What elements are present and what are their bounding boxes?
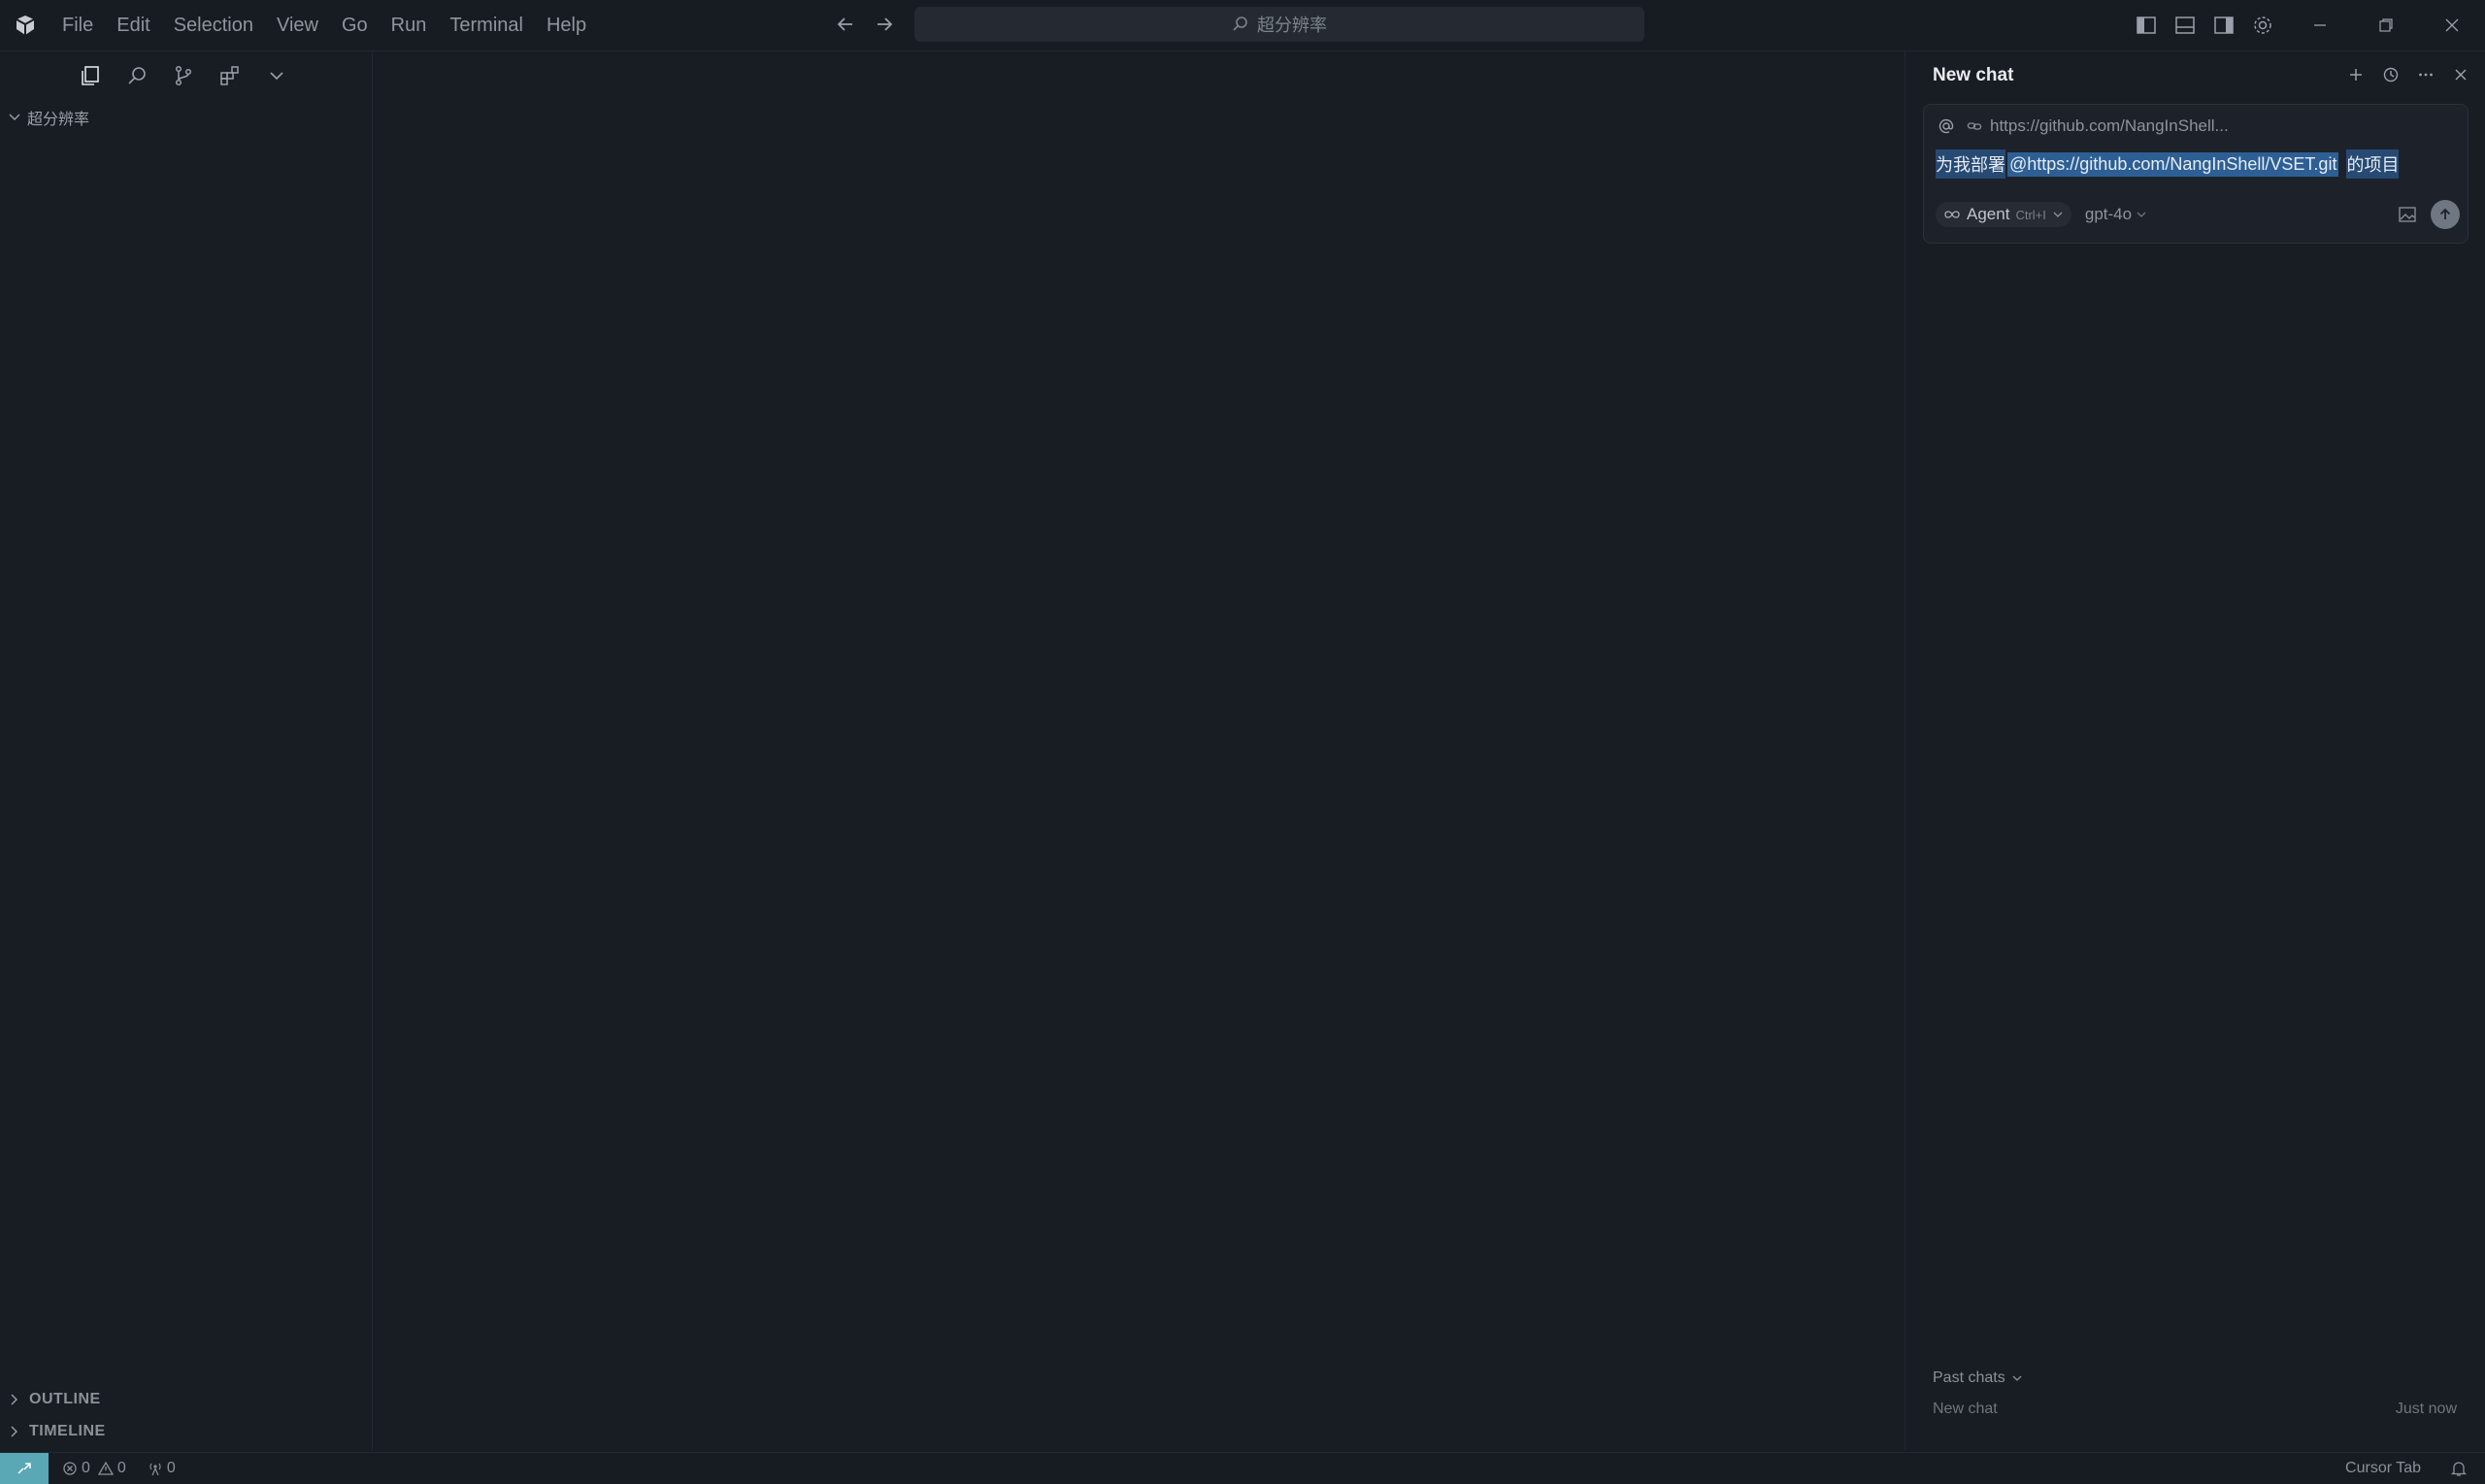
warning-count: 0 (116, 1460, 126, 1476)
prompt-text-after: 的项目 (2346, 149, 2400, 179)
explorer-folder-root[interactable]: 超分辨率 (8, 106, 89, 129)
broadcast-icon (148, 1461, 163, 1476)
chevron-down-icon (8, 111, 21, 124)
past-chat-title: New chat (1933, 1401, 1998, 1417)
remote-indicator[interactable] (0, 1453, 49, 1484)
past-chat-item[interactable]: New chat Just now (1933, 1401, 2457, 1418)
menu-edit[interactable]: Edit (116, 15, 149, 37)
close-chat-icon[interactable] (2449, 63, 2472, 86)
toggle-panel-icon[interactable] (2172, 13, 2198, 38)
menu-help[interactable]: Help (547, 15, 586, 37)
chevron-down-icon[interactable] (262, 61, 291, 90)
bell-icon[interactable] (2450, 1460, 2468, 1477)
command-center-search[interactable]: 超分辨率 (914, 7, 1644, 42)
activity-bar (76, 61, 291, 90)
restore-icon[interactable] (2353, 0, 2419, 50)
chevron-right-icon (8, 1425, 21, 1438)
search-view-icon[interactable] (122, 61, 151, 90)
primary-sidebar: 超分辨率 OUTLINE TIMELINE (0, 51, 373, 1451)
new-chat-plus-icon[interactable] (2344, 63, 2368, 86)
cursor-tab-status[interactable]: Cursor Tab (2345, 1460, 2421, 1477)
history-icon[interactable] (2379, 63, 2402, 86)
agent-mode-label: Agent (1967, 205, 2010, 223)
back-arrow-icon[interactable] (833, 12, 858, 37)
timeline-section-header[interactable]: TIMELINE (8, 1423, 106, 1440)
settings-gear-icon[interactable] (2250, 13, 2275, 38)
menu-bar: File Edit Selection View Go Run Terminal… (62, 0, 610, 50)
status-bar: 0 0 0 Cursor Tab (0, 1452, 2485, 1484)
prompt-text-before: 为我部署 (1936, 149, 2005, 179)
warning-icon (97, 1461, 114, 1476)
menu-terminal[interactable]: Terminal (449, 15, 523, 37)
toggle-primary-sidebar-icon[interactable] (2134, 13, 2159, 38)
arrow-up-icon (2437, 207, 2453, 222)
chevron-down-icon (2011, 1372, 2023, 1384)
menu-go[interactable]: Go (342, 15, 368, 37)
chevron-down-icon (2136, 209, 2147, 220)
source-control-icon[interactable] (169, 61, 198, 90)
close-window-icon[interactable] (2419, 0, 2485, 50)
chat-title: New chat (1933, 65, 2014, 85)
minimize-icon[interactable] (2287, 0, 2353, 50)
outline-section-header[interactable]: OUTLINE (8, 1391, 101, 1408)
past-chats-label: Past chats (1933, 1369, 2005, 1386)
ports-indicator[interactable]: 0 (148, 1460, 176, 1477)
extensions-icon[interactable] (215, 61, 245, 90)
link-icon (1967, 118, 1982, 134)
image-attach-icon[interactable] (2398, 206, 2417, 223)
error-count: 0 (82, 1460, 90, 1476)
search-icon (1232, 16, 1249, 33)
ports-count: 0 (166, 1460, 176, 1476)
editor-area[interactable] (373, 51, 1905, 1451)
context-link-chip[interactable]: https://github.com/NangInShell... (1967, 116, 2229, 136)
agent-mode-shortcut: Ctrl+I (2015, 207, 2046, 222)
menu-view[interactable]: View (277, 15, 318, 37)
more-options-icon[interactable] (2414, 63, 2437, 86)
past-chats-toggle[interactable]: Past chats (1933, 1369, 2023, 1387)
model-label: gpt-4o (2084, 205, 2133, 223)
chevron-down-icon (2052, 209, 2064, 220)
chat-prompt-input[interactable]: 为我部署 @https://github.com/NangInShell/VSE… (1936, 149, 2400, 179)
chevron-right-icon (8, 1393, 21, 1406)
problems-indicator[interactable]: 0 0 (62, 1460, 126, 1477)
prompt-mention: @https://github.com/NangInShell/VSET.git (2007, 151, 2339, 177)
folder-name: 超分辨率 (27, 112, 90, 128)
menu-selection[interactable]: Selection (174, 15, 253, 37)
send-button[interactable] (2431, 200, 2460, 229)
chat-panel: New chat https://github.com/NangInShell.… (1905, 51, 2485, 1451)
menu-file[interactable]: File (62, 15, 93, 37)
explorer-icon[interactable] (76, 61, 105, 90)
remote-icon (16, 1460, 33, 1477)
model-selector[interactable]: gpt-4o (2085, 205, 2147, 224)
add-context-at-icon[interactable] (1938, 117, 1955, 135)
menu-run[interactable]: Run (391, 15, 427, 37)
toggle-secondary-sidebar-icon[interactable] (2211, 13, 2236, 38)
agent-mode-selector[interactable]: Agent Ctrl+I (1936, 202, 2071, 227)
timeline-label: TIMELINE (29, 1423, 106, 1439)
infinity-icon (1943, 209, 1961, 220)
forward-arrow-icon[interactable] (872, 12, 897, 37)
past-chat-time: Just now (2395, 1401, 2457, 1417)
command-center-text: 超分辨率 (1257, 16, 1327, 35)
chat-compose-box[interactable]: https://github.com/NangInShell... 为我部署 @… (1923, 104, 2468, 244)
title-bar: File Edit Selection View Go Run Terminal… (0, 0, 2485, 51)
context-link-text: https://github.com/NangInShell... (1990, 116, 2229, 135)
outline-label: OUTLINE (29, 1391, 101, 1407)
cursor-logo-icon (14, 14, 37, 37)
error-icon (62, 1461, 78, 1476)
